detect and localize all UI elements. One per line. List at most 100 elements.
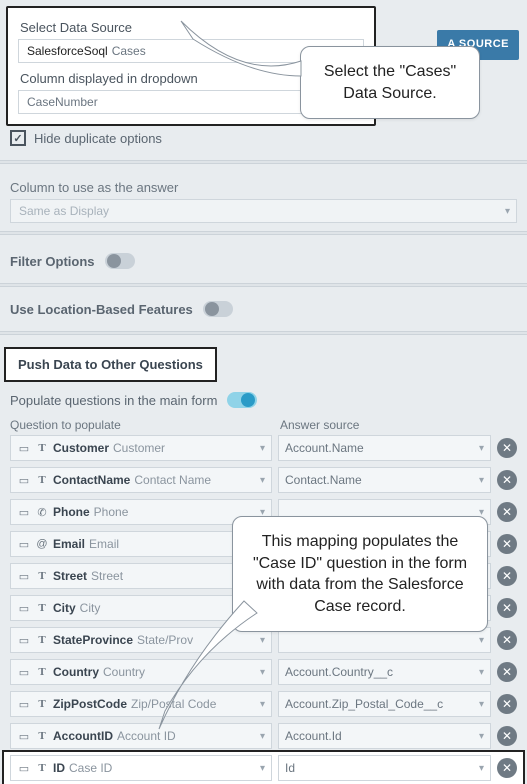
chevron-down-icon: ▾ bbox=[260, 475, 265, 486]
text-icon: T bbox=[35, 730, 49, 742]
answer-value: Account.Country__c bbox=[285, 665, 393, 679]
field-icon: ▭ bbox=[17, 634, 31, 647]
field-icon: ▭ bbox=[17, 474, 31, 487]
chevron-down-icon: ▾ bbox=[479, 635, 484, 646]
mapping-row: ▭ T ContactName Contact Name ▾ Contact.Name ▾… bbox=[4, 464, 523, 496]
field-icon: ▭ bbox=[17, 506, 31, 519]
question-sub: City bbox=[80, 601, 101, 615]
filter-options-toggle[interactable] bbox=[105, 253, 135, 269]
answer-value: Id bbox=[285, 761, 295, 775]
answer-column-header: Answer source bbox=[280, 418, 517, 432]
question-sub: Email bbox=[89, 537, 119, 551]
mapping-row: ▭ T ID Case ID ▾ Id ▾ ✕ bbox=[4, 752, 523, 784]
field-icon: ▭ bbox=[17, 538, 31, 551]
question-sub: Country bbox=[103, 665, 145, 679]
remove-row-button[interactable]: ✕ bbox=[497, 726, 517, 746]
question-name: City bbox=[53, 601, 76, 615]
question-name: ZipPostCode bbox=[53, 697, 127, 711]
question-sub: Case ID bbox=[69, 761, 112, 775]
populate-main-form-toggle[interactable] bbox=[227, 392, 257, 408]
hide-duplicates-checkbox[interactable]: ✓ bbox=[10, 130, 26, 146]
remove-row-button[interactable]: ✕ bbox=[497, 758, 517, 778]
remove-row-button[interactable]: ✕ bbox=[497, 438, 517, 458]
text-icon: T bbox=[35, 634, 49, 646]
answer-column-label: Column to use as the answer bbox=[0, 172, 527, 199]
answer-value: Account.Zip_Postal_Code__c bbox=[285, 697, 443, 711]
question-name: Customer bbox=[53, 441, 109, 455]
chevron-down-icon: ▾ bbox=[479, 475, 484, 486]
answer-select[interactable]: Account.Id ▾ bbox=[278, 723, 491, 749]
question-column-header: Question to populate bbox=[10, 418, 272, 432]
text-icon: T bbox=[35, 602, 49, 614]
field-icon: ▭ bbox=[17, 602, 31, 615]
question-sub: Contact Name bbox=[134, 473, 211, 487]
remove-row-button[interactable]: ✕ bbox=[497, 566, 517, 586]
chevron-down-icon: ▾ bbox=[260, 763, 265, 774]
question-sub: Street bbox=[91, 569, 123, 583]
question-sub: Account ID bbox=[117, 729, 176, 743]
text-icon: T bbox=[35, 762, 49, 774]
chevron-down-icon: ▾ bbox=[479, 443, 484, 454]
column-displayed-value: CaseNumber bbox=[27, 95, 98, 109]
text-icon: T bbox=[35, 698, 49, 710]
field-icon: ▭ bbox=[17, 698, 31, 711]
field-icon: ▭ bbox=[17, 570, 31, 583]
question-name: AccountID bbox=[53, 729, 113, 743]
location-features-label: Use Location-Based Features bbox=[10, 302, 193, 317]
field-icon: ▭ bbox=[17, 442, 31, 455]
question-name: Street bbox=[53, 569, 87, 583]
answer-column-select[interactable]: Same as Display ▾ bbox=[10, 199, 517, 223]
answer-select[interactable]: Account.Country__c ▾ bbox=[278, 659, 491, 685]
push-data-tab[interactable]: Push Data to Other Questions bbox=[4, 347, 217, 382]
remove-row-button[interactable]: ✕ bbox=[497, 598, 517, 618]
filter-options-label: Filter Options bbox=[10, 254, 95, 269]
phone-icon: ✆ bbox=[35, 506, 49, 519]
answer-column-value: Same as Display bbox=[19, 204, 109, 218]
data-source-prefix: SalesforceSoql bbox=[27, 44, 108, 58]
remove-row-button[interactable]: ✕ bbox=[497, 534, 517, 554]
location-features-toggle[interactable] bbox=[203, 301, 233, 317]
chevron-down-icon: ▾ bbox=[260, 731, 265, 742]
hide-duplicates-label: Hide duplicate options bbox=[34, 131, 162, 146]
text-icon: T bbox=[35, 474, 49, 486]
question-sub: Phone bbox=[94, 505, 129, 519]
remove-row-button[interactable]: ✕ bbox=[497, 662, 517, 682]
remove-row-button[interactable]: ✕ bbox=[497, 502, 517, 522]
field-icon: ▭ bbox=[17, 666, 31, 679]
chevron-down-icon: ▾ bbox=[260, 443, 265, 454]
answer-value: Account.Id bbox=[285, 729, 342, 743]
remove-row-button[interactable]: ✕ bbox=[497, 694, 517, 714]
question-name: Email bbox=[53, 537, 85, 551]
chevron-down-icon: ▾ bbox=[479, 667, 484, 678]
chevron-down-icon: ▾ bbox=[479, 731, 484, 742]
answer-select[interactable]: Account.Zip_Postal_Code__c ▾ bbox=[278, 691, 491, 717]
chevron-down-icon: ▾ bbox=[479, 699, 484, 710]
answer-select[interactable]: Id ▾ bbox=[278, 755, 491, 781]
callout-select-cases: Select the "Cases" Data Source. bbox=[300, 46, 480, 119]
data-source-value: Cases bbox=[112, 44, 146, 58]
text-icon: T bbox=[35, 666, 49, 678]
remove-row-button[interactable]: ✕ bbox=[497, 470, 517, 490]
question-name: Country bbox=[53, 665, 99, 679]
text-icon: T bbox=[35, 442, 49, 454]
remove-row-button[interactable]: ✕ bbox=[497, 630, 517, 650]
answer-select[interactable]: Contact.Name ▾ bbox=[278, 467, 491, 493]
answer-value: Contact.Name bbox=[285, 473, 362, 487]
question-name: ContactName bbox=[53, 473, 130, 487]
callout-mapping-case-id: This mapping populates the "Case ID" que… bbox=[232, 516, 488, 632]
answer-select[interactable]: Account.Name ▾ bbox=[278, 435, 491, 461]
question-sub: Customer bbox=[113, 441, 165, 455]
question-name: Phone bbox=[53, 505, 90, 519]
text-icon: T bbox=[35, 570, 49, 582]
chevron-down-icon: ▾ bbox=[479, 763, 484, 774]
question-select[interactable]: ▭ T Customer Customer ▾ bbox=[10, 435, 272, 461]
chevron-down-icon: ▾ bbox=[505, 206, 510, 217]
answer-value: Account.Name bbox=[285, 441, 364, 455]
mapping-row: ▭ T Customer Customer ▾ Account.Name ▾ ✕ bbox=[4, 432, 523, 464]
question-name: StateProvince bbox=[53, 633, 133, 647]
question-name: ID bbox=[53, 761, 65, 775]
populate-main-form-label: Populate questions in the main form bbox=[10, 393, 217, 408]
question-select[interactable]: ▭ T ContactName Contact Name ▾ bbox=[10, 467, 272, 493]
question-select[interactable]: ▭ T ID Case ID ▾ bbox=[10, 755, 272, 781]
field-icon: ▭ bbox=[17, 762, 31, 775]
